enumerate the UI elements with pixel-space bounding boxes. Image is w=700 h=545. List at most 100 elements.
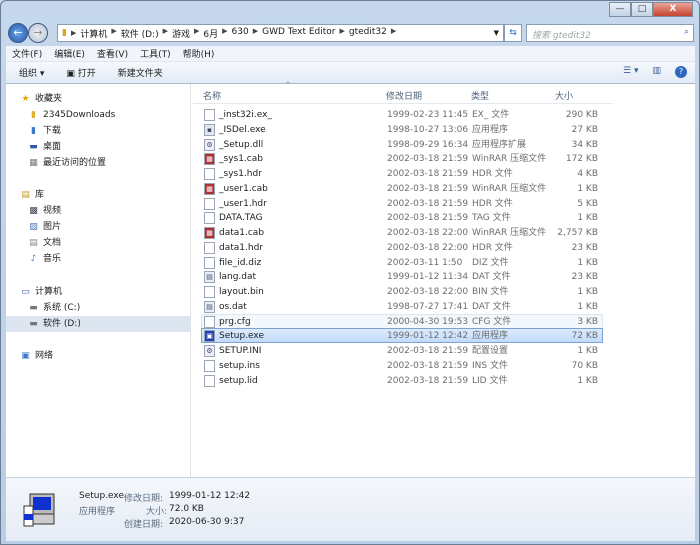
file-row[interactable]: setup.lid 2002-03-18 21:59 LID 文件 1 KB	[201, 373, 603, 388]
file-size: 27 KB	[571, 124, 598, 135]
nav-item-recent[interactable]: ▦ 最近访问的位置	[28, 155, 106, 171]
file-name: _sys1.hdr	[219, 169, 262, 179]
column-name[interactable]: 名称	[203, 89, 221, 102]
file-row[interactable]: ▣ Setup.exe 1999-01-12 12:42 应用程序 72 KB	[201, 328, 603, 344]
new-folder-button[interactable]: 新建文件夹	[118, 66, 163, 79]
nav-favorites[interactable]: ★ 收藏夹	[20, 91, 62, 107]
file-row[interactable]: ▪ _ISDel.exe 1998-10-27 13:06 应用程序 27 KB	[201, 122, 603, 137]
nav-item-2345downloads[interactable]: ▮ 2345Downloads	[28, 107, 115, 123]
library-icon: ▤	[21, 189, 30, 200]
nav-item-drive-d[interactable]: ▬ 软件 (D:)	[6, 316, 190, 332]
nav-label: 网络	[35, 351, 54, 361]
nav-computer[interactable]: ▭ 计算机	[20, 284, 62, 300]
file-name: setup.lid	[219, 375, 258, 386]
column-header: 名称 ^ 修改日期 类型 大小	[193, 81, 613, 104]
organize-button[interactable]: 组织 ▾	[19, 66, 44, 79]
file-size: 290 KB	[565, 110, 598, 120]
file-row[interactable]: ▦ _user1.cab 2002-03-18 21:59 WinRAR 压缩文…	[201, 181, 603, 196]
forward-button[interactable]: →	[28, 23, 48, 43]
file-row[interactable]: ▦ _sys1.cab 2002-03-18 21:59 WinRAR 压缩文件…	[201, 151, 603, 166]
video-icon: ▩	[29, 205, 38, 216]
breadcrumb-item[interactable]: 游戏	[172, 27, 190, 40]
menu-view[interactable]: 查看(V)	[97, 47, 128, 60]
minimize-button[interactable]: —	[609, 2, 631, 17]
column-type[interactable]: 类型	[471, 89, 489, 102]
breadcrumb-separator-icon[interactable]: ▶	[163, 27, 168, 40]
open-button[interactable]: ▣ 打开	[66, 66, 95, 79]
file-date: 2002-03-18 21:59	[387, 183, 469, 194]
column-size[interactable]: 大小	[555, 89, 573, 102]
nav-item-pictures[interactable]: ▨ 图片	[28, 219, 61, 235]
preview-pane-icon[interactable]: ▥	[652, 66, 661, 78]
maximize-button[interactable]: □	[631, 2, 653, 17]
file-file-icon	[204, 241, 215, 254]
file-size: 1 KB	[577, 287, 598, 297]
menu-tools[interactable]: 工具(T)	[140, 47, 171, 60]
nav-item-documents[interactable]: ▤ 文档	[28, 235, 61, 251]
file-row[interactable]: _inst32i.ex_ 1999-02-23 11:45 EX_ 文件 290…	[201, 107, 603, 122]
rar-file-icon: ▦	[204, 182, 215, 195]
file-date: 2000-04-30 19:53	[387, 316, 469, 327]
help-icon[interactable]: ?	[675, 66, 687, 78]
breadcrumb-separator-icon[interactable]: ▶	[253, 27, 258, 40]
file-row[interactable]: prg.cfg 2000-04-30 19:53 CFG 文件 3 KB	[201, 313, 603, 329]
breadcrumb-separator-icon[interactable]: ▶	[339, 27, 344, 40]
file-size: 1 KB	[577, 301, 598, 312]
nav-item-music[interactable]: ♪ 音乐	[28, 251, 61, 267]
nav-item-videos[interactable]: ▩ 视频	[28, 203, 61, 219]
nav-item-desktop[interactable]: ▬ 桌面	[28, 139, 61, 155]
file-size: 72 KB	[571, 331, 598, 342]
breadcrumb-item[interactable]: 630	[232, 27, 249, 40]
breadcrumb-separator-icon[interactable]: ▶	[111, 27, 116, 40]
breadcrumb-separator-icon[interactable]: ▶	[194, 27, 199, 40]
nav-libraries[interactable]: ▤ 库	[20, 187, 44, 203]
file-row[interactable]: file_id.diz 2002-03-11 1:50 DIZ 文件 1 KB	[201, 255, 603, 270]
nav-network[interactable]: ▣ 网络	[20, 348, 53, 364]
file-type: WinRAR 压缩文件	[472, 183, 547, 194]
nav-item-downloads[interactable]: ▮ 下载	[28, 123, 61, 139]
menu-file[interactable]: 文件(F)	[12, 47, 42, 60]
file-row[interactable]: ▤ os.dat 1998-07-27 17:41 DAT 文件 1 KB	[201, 299, 603, 314]
nav-item-drive-c[interactable]: ▬ 系统 (C:)	[28, 300, 80, 316]
file-row[interactable]: ▤ lang.dat 1999-01-12 11:34 DAT 文件 23 KB	[201, 269, 603, 284]
view-options-icon[interactable]: ☰ ▾	[623, 66, 638, 78]
breadcrumb-item[interactable]: 计算机	[80, 27, 107, 40]
breadcrumb-item[interactable]: 软件 (D:)	[121, 27, 159, 40]
file-row[interactable]: _user1.hdr 2002-03-18 21:59 HDR 文件 5 KB	[201, 196, 603, 211]
file-name: _user1.hdr	[219, 198, 267, 209]
breadcrumb-separator-icon[interactable]: ▶	[391, 27, 396, 40]
breadcrumb-separator-icon[interactable]: ▶	[222, 27, 227, 40]
nav-label: 桌面	[43, 142, 62, 152]
file-row[interactable]: _sys1.hdr 2002-03-18 21:59 HDR 文件 4 KB	[201, 166, 603, 181]
menu-help[interactable]: 帮助(H)	[183, 47, 215, 60]
file-row[interactable]: DATA.TAG 2002-03-18 21:59 TAG 文件 1 KB	[201, 210, 603, 225]
breadcrumb-item[interactable]: gtedit32	[349, 27, 387, 40]
breadcrumb-item[interactable]: 6月	[203, 27, 218, 40]
column-date[interactable]: 修改日期	[386, 89, 422, 102]
file-row[interactable]: data1.hdr 2002-03-18 22:00 HDR 文件 23 KB	[201, 240, 603, 255]
refresh-button[interactable]: ⇆	[504, 24, 522, 42]
file-type: EX_ 文件	[472, 110, 510, 120]
menu-edit[interactable]: 编辑(E)	[54, 47, 85, 60]
breadcrumb-item[interactable]: GWD Text Editor	[262, 27, 335, 40]
file-row[interactable]: ⚙ SETUP.INI 2002-03-18 21:59 配置设置 1 KB	[201, 343, 603, 358]
file-size: 172 KB	[565, 154, 598, 165]
computer-icon: ▭	[21, 286, 30, 297]
file-row[interactable]: ⚙ _Setup.dll 1998-09-29 16:34 应用程序扩展 34 …	[201, 137, 603, 152]
details-modified-value: 1999-01-12 12:42	[169, 491, 251, 501]
address-bar[interactable]: ▮ ▶ 计算机 ▶ 软件 (D:) ▶ 游戏 ▶ 6月 ▶ 630 ▶ GWD Text Edito…	[57, 24, 504, 42]
search-input[interactable]: 搜索 gtedit32 ⌕	[526, 24, 694, 42]
close-button[interactable]: X	[653, 2, 693, 17]
star-icon: ★	[21, 93, 30, 104]
address-dropdown-icon[interactable]: ▼	[494, 29, 499, 37]
file-size: 23 KB	[571, 242, 598, 253]
back-button[interactable]: ←	[8, 23, 28, 43]
file-size: 34 KB	[571, 139, 598, 150]
nav-label: 收藏夹	[35, 94, 63, 104]
file-row[interactable]: setup.ins 2002-03-18 21:59 INS 文件 70 KB	[201, 358, 603, 373]
file-name: DATA.TAG	[219, 213, 263, 224]
file-type: DAT 文件	[472, 272, 511, 283]
file-row[interactable]: layout.bin 2002-03-18 22:00 BIN 文件 1 KB	[201, 284, 603, 299]
file-row[interactable]: ▦ data1.cab 2002-03-18 22:00 WinRAR 压缩文件…	[201, 225, 603, 240]
file-name: file_id.diz	[219, 257, 262, 268]
